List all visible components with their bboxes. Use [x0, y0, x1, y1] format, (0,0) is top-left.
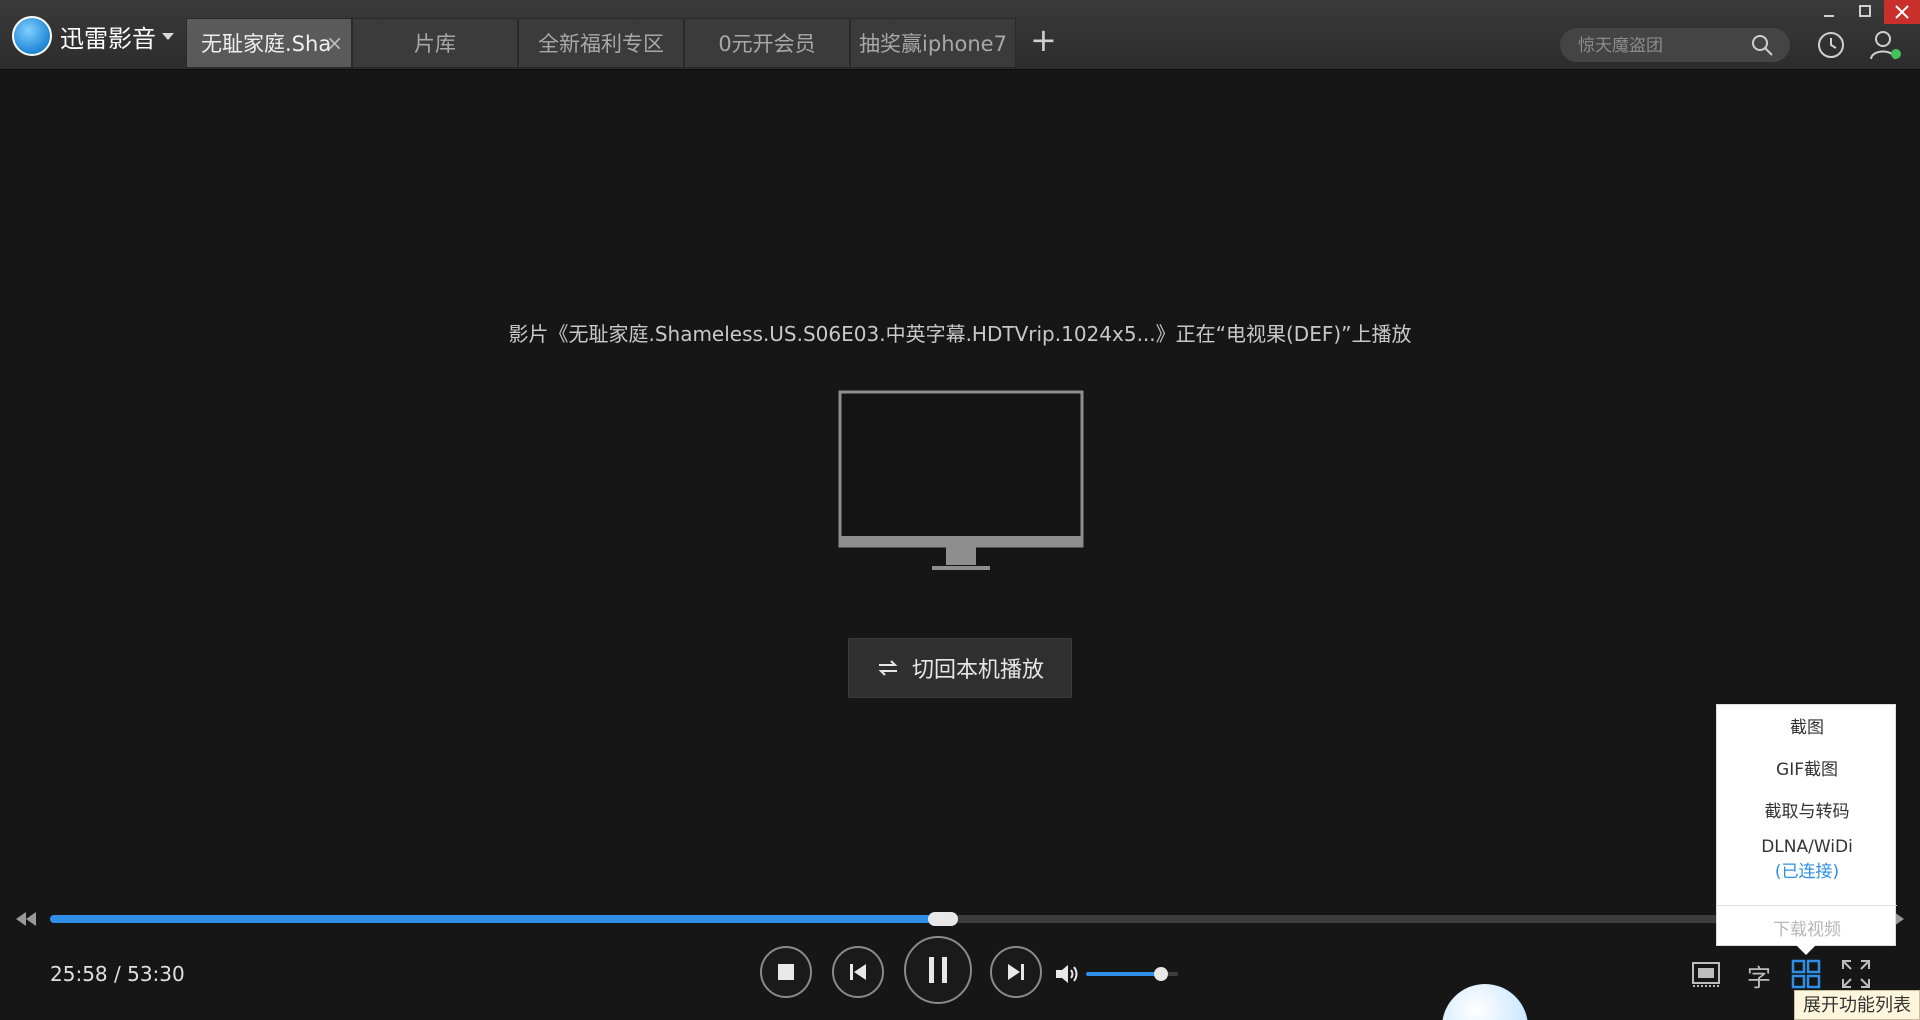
skip-next-icon	[1008, 964, 1024, 980]
tab-free-membership[interactable]: 0元开会员	[684, 18, 850, 68]
tooltip: 展开功能列表	[1794, 990, 1920, 1020]
stop-icon	[778, 964, 794, 980]
history-icon[interactable]	[1816, 30, 1846, 60]
switch-button-label: 切回本机播放	[911, 658, 1044, 683]
tab-label: 片库	[414, 32, 456, 56]
user-icon[interactable]	[1868, 29, 1902, 61]
close-icon[interactable]: ×	[326, 31, 343, 55]
menu-item-dlna-label: DLNA/WiDi	[1761, 837, 1853, 857]
tab-welfare-zone[interactable]: 全新福利专区	[518, 18, 684, 68]
pause-icon	[929, 957, 947, 983]
tab-label: 全新福利专区	[538, 32, 664, 56]
progress-fill	[50, 915, 944, 923]
volume-icon[interactable]	[1054, 962, 1080, 986]
menu-item-screenshot[interactable]: 截图	[1717, 713, 1897, 738]
tab-label: 0元开会员	[718, 32, 816, 56]
add-tab-button[interactable]: +	[1030, 22, 1057, 58]
menu-item-dlna[interactable]: DLNA/WiDi (已连接)	[1717, 837, 1897, 882]
app-menu-button[interactable]: 迅雷影音	[12, 16, 174, 56]
search-icon[interactable]	[1750, 33, 1774, 57]
swap-icon	[878, 660, 898, 676]
volume-handle[interactable]	[1154, 967, 1169, 981]
app-name: 迅雷影音	[60, 24, 156, 53]
maximize-icon[interactable]	[1854, 2, 1876, 22]
menu-item-clip-transcode[interactable]: 截取与转码	[1717, 797, 1897, 822]
switch-to-local-button[interactable]: 切回本机播放	[848, 638, 1072, 698]
close-window-icon[interactable]	[1884, 0, 1920, 24]
mini-mode-icon[interactable]	[1690, 958, 1722, 990]
volume-fill	[1086, 972, 1162, 976]
tv-icon	[838, 390, 1084, 570]
title-bar: 迅雷影音 无耻家庭.Sha × 片库 全新福利专区 0元开会员 抽奖赢iphon…	[0, 0, 1920, 70]
tab-library[interactable]: 片库	[352, 18, 518, 68]
menu-item-download-video: 下载视频	[1773, 920, 1841, 940]
minimize-icon[interactable]	[1818, 2, 1840, 22]
tab-label: 抽奖赢iphone7	[859, 32, 1007, 56]
time-display: 25:58 / 53:30	[50, 962, 185, 986]
menu-item-gif-screenshot[interactable]: GIF截图	[1717, 755, 1897, 780]
chevron-down-icon	[162, 32, 174, 40]
player-window: 迅雷影音 无耻家庭.Sha × 片库 全新福利专区 0元开会员 抽奖赢iphon…	[0, 0, 1920, 1020]
tab-now-playing[interactable]: 无耻家庭.Sha ×	[186, 18, 352, 68]
function-list-icon[interactable]	[1790, 958, 1822, 990]
menu-divider	[1717, 905, 1897, 906]
tab-lottery[interactable]: 抽奖赢iphone7	[850, 18, 1016, 68]
tab-label: 无耻家庭.Sha	[201, 32, 332, 56]
thunder-logo-icon	[12, 16, 52, 56]
progress-bar[interactable]	[50, 912, 1890, 926]
progress-handle[interactable]	[928, 912, 959, 926]
rewind-icon[interactable]	[14, 912, 38, 926]
function-menu: 截图 GIF截图 截取与转码 DLNA/WiDi (已连接) 下载视频	[1716, 704, 1897, 946]
next-button[interactable]	[990, 946, 1042, 998]
floating-ball-icon[interactable]	[1442, 984, 1528, 1020]
pause-button[interactable]	[904, 936, 972, 1004]
stop-button[interactable]	[760, 946, 812, 998]
volume-slider[interactable]	[1086, 967, 1178, 981]
dlna-connected-status: (已连接)	[1774, 862, 1840, 882]
menu-pointer	[1796, 945, 1816, 955]
subtitle-button[interactable]: 字	[1744, 958, 1774, 993]
skip-previous-icon	[850, 964, 866, 980]
cast-status-message: 影片《无耻家庭.Shameless.US.S06E03.中英字幕.HDTVrip…	[508, 322, 1412, 346]
previous-button[interactable]	[832, 946, 884, 998]
fullscreen-icon[interactable]	[1840, 958, 1872, 990]
